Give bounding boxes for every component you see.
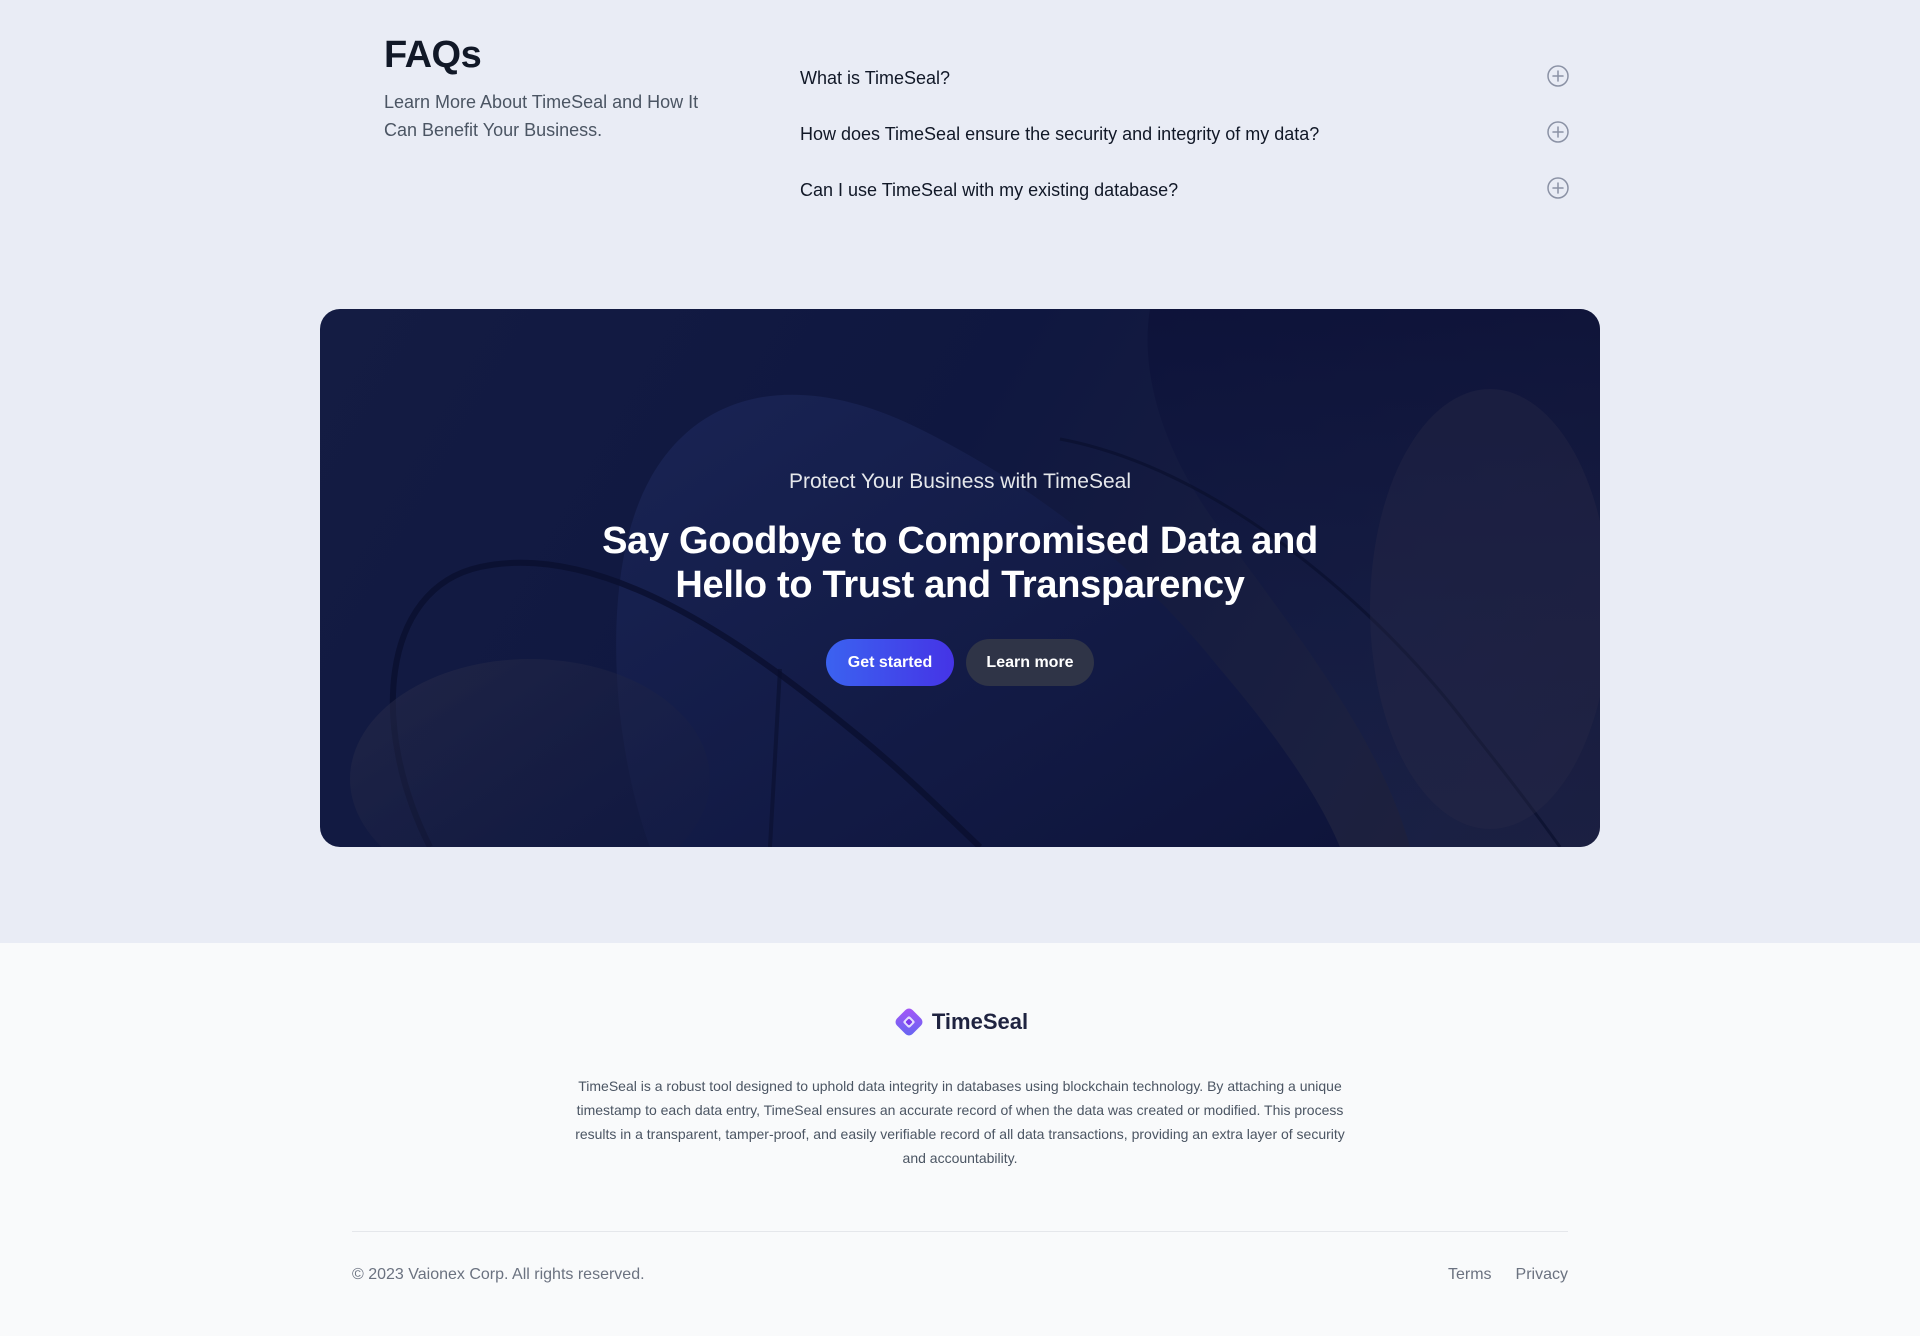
timeseal-logo-icon xyxy=(895,1008,923,1036)
plus-circle-icon[interactable] xyxy=(1546,64,1570,88)
faq-item-security-integrity[interactable]: How does TimeSeal ensure the security an… xyxy=(800,106,1570,162)
privacy-link[interactable]: Privacy xyxy=(1516,1266,1568,1284)
faq-subtitle: Learn More About TimeSeal and How It Can… xyxy=(384,92,699,140)
faq-item-existing-database[interactable]: Can I use TimeSeal with my existing data… xyxy=(800,162,1570,218)
get-started-button[interactable]: Get started xyxy=(826,639,954,686)
footer-description: TimeSeal is a robust tool designed to up… xyxy=(575,1078,1345,1166)
faq-list: What is TimeSeal? How does TimeSeal ensu… xyxy=(800,50,1570,218)
copyright: © 2023 Vaionex Corp. All rights reserved… xyxy=(352,1266,645,1283)
footer-links: Terms Privacy xyxy=(1448,1266,1568,1284)
learn-more-button[interactable]: Learn more xyxy=(966,639,1094,686)
footer: TimeSeal TimeSeal is a robust tool desig… xyxy=(0,943,1920,1336)
faq-question: Can I use TimeSeal with my existing data… xyxy=(800,179,1179,200)
faq-section: FAQs Learn More About TimeSeal and How I… xyxy=(0,0,1920,300)
cta-banner: Protect Your Business with TimeSeal Say … xyxy=(320,309,1600,847)
cta-buttons: Get started Learn more xyxy=(320,639,1600,686)
plus-circle-icon[interactable] xyxy=(1546,176,1570,200)
cta-heading: Say Goodbye to Compromised Data and Hell… xyxy=(602,520,1318,606)
faq-item-what-is-timeseal[interactable]: What is TimeSeal? xyxy=(800,50,1570,106)
faq-question: How does TimeSeal ensure the security an… xyxy=(800,123,1320,144)
faq-title: FAQs xyxy=(384,34,482,76)
brand-name: TimeSeal xyxy=(931,1009,1029,1034)
faq-question: What is TimeSeal? xyxy=(800,67,951,88)
footer-divider xyxy=(352,1231,1568,1232)
terms-link[interactable]: Terms xyxy=(1448,1266,1492,1284)
footer-brand[interactable]: TimeSeal xyxy=(0,1005,1920,1039)
plus-circle-icon[interactable] xyxy=(1546,120,1570,144)
cta-eyebrow: Protect Your Business with TimeSeal xyxy=(788,470,1131,493)
